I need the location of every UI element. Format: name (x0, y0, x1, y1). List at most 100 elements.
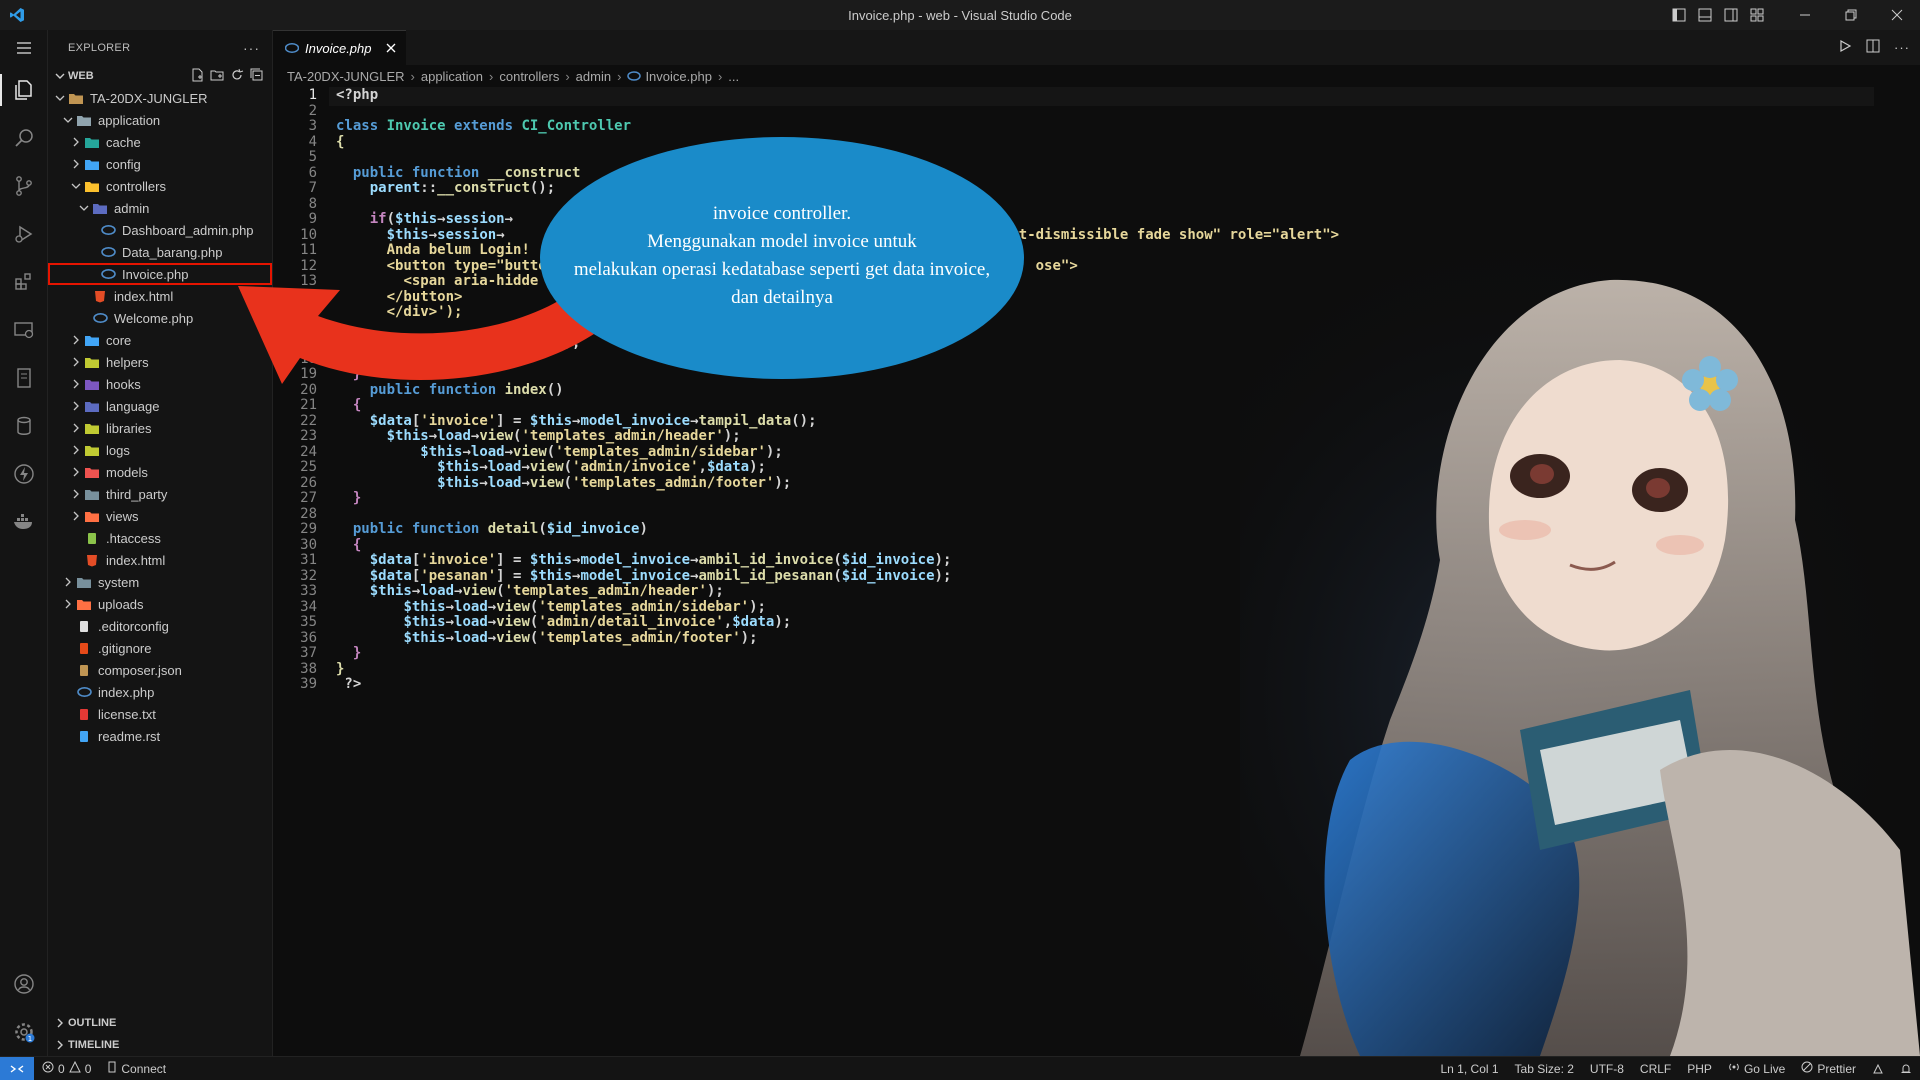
workspace-section-header[interactable]: WEB (48, 65, 272, 87)
tree-item[interactable]: composer.json (48, 659, 272, 681)
refresh-icon[interactable] (230, 68, 244, 85)
tree-item[interactable]: index.php (48, 681, 272, 703)
notifications-bell-icon[interactable] (1892, 1057, 1920, 1080)
tree-item[interactable]: readme.rst (48, 725, 272, 747)
tree-item[interactable]: admin (48, 197, 272, 219)
breadcrumb-item[interactable]: admin (576, 69, 611, 84)
callout-line: melakukan operasi kedatabase seperti get… (573, 259, 991, 280)
more-editor-actions-icon[interactable]: ··· (1894, 40, 1910, 55)
cursor-position[interactable]: Ln 1, Col 1 (1433, 1057, 1507, 1080)
tree-item[interactable]: uploads (48, 593, 272, 615)
folder-icon (76, 597, 92, 611)
explorer-icon[interactable] (0, 66, 48, 114)
code-token: ); (934, 567, 952, 584)
toggle-panel-icon[interactable] (1694, 4, 1716, 26)
code-token: , (698, 459, 707, 475)
tab-invoice-php[interactable]: Invoice.php (273, 30, 406, 65)
database-icon[interactable] (0, 402, 48, 450)
breadcrumb-item[interactable]: controllers (499, 69, 559, 84)
minimize-icon[interactable] (1782, 0, 1828, 30)
code-line: 39 ?> (273, 676, 361, 692)
split-editor-icon[interactable] (1866, 39, 1880, 56)
tree-item-label: Data_barang.php (122, 244, 223, 260)
tree-item[interactable]: third_party (48, 483, 272, 505)
tree-item[interactable]: cache (48, 131, 272, 153)
tree-item[interactable]: index.html (48, 549, 272, 571)
tree-item-label: admin (114, 200, 150, 216)
connect-status[interactable]: Connect (99, 1057, 174, 1080)
code-token: $this (386, 226, 429, 243)
breadcrumb-item[interactable]: application (421, 69, 483, 84)
timeline-section-header[interactable]: TIMELINE (48, 1034, 273, 1056)
breadcrumb-item[interactable]: TA-20DX-JUNGLER (287, 69, 405, 84)
tree-item[interactable]: core (48, 329, 272, 351)
collapse-all-icon[interactable] (250, 68, 264, 85)
remote-explorer-icon[interactable] (0, 306, 48, 354)
feedback-icon[interactable] (1864, 1057, 1892, 1080)
tree-item[interactable]: Invoice.php (48, 263, 272, 285)
tree-item[interactable]: application (48, 109, 272, 131)
more-actions-icon[interactable]: ··· (243, 40, 260, 56)
run-file-icon[interactable] (1838, 39, 1852, 56)
tree-item[interactable]: views (48, 505, 272, 527)
tree-item[interactable]: config (48, 153, 272, 175)
search-icon[interactable] (0, 114, 48, 162)
breadcrumb-item[interactable]: Invoice.php (645, 69, 712, 84)
tree-item[interactable]: .htaccess (48, 527, 272, 549)
language-mode[interactable]: PHP (1679, 1057, 1720, 1080)
code-line: 14 </button> (273, 289, 462, 305)
code-token: __construct (437, 180, 530, 196)
code-token: ); (706, 583, 724, 599)
prettier-status[interactable]: Prettier (1793, 1057, 1864, 1080)
settings-gear-icon[interactable]: 1 (0, 1008, 48, 1056)
tree-item[interactable]: Dashboard_admin.php (48, 219, 272, 241)
run-debug-icon[interactable] (0, 210, 48, 258)
tree-item[interactable]: license.txt (48, 703, 272, 725)
tab-size[interactable]: Tab Size: 2 (1507, 1057, 1582, 1080)
code-token: $this (403, 629, 446, 646)
docker-icon[interactable] (0, 498, 48, 546)
menu-icon[interactable] (0, 30, 48, 66)
source-control-icon[interactable] (0, 162, 48, 210)
tree-item[interactable]: logs (48, 439, 272, 461)
code-token: $this (420, 443, 463, 460)
close-window-icon[interactable] (1874, 0, 1920, 30)
tree-item[interactable]: controllers (48, 175, 272, 197)
tree-item[interactable]: TA-20DX-JUNGLER (48, 87, 272, 109)
customize-layout-icon[interactable] (1746, 4, 1768, 26)
tree-item[interactable]: .editorconfig (48, 615, 272, 637)
problems-status[interactable]: 0 0 (34, 1057, 99, 1080)
end-of-line[interactable]: CRLF (1632, 1057, 1679, 1080)
toggle-primary-sidebar-icon[interactable] (1668, 4, 1690, 26)
encoding[interactable]: UTF-8 (1582, 1057, 1632, 1080)
restore-icon[interactable] (1828, 0, 1874, 30)
extensions-icon[interactable] (0, 258, 48, 306)
outline-section-header[interactable]: OUTLINE (48, 1012, 273, 1034)
tree-item[interactable]: .gitignore (48, 637, 272, 659)
toggle-secondary-sidebar-icon[interactable] (1720, 4, 1742, 26)
folder-icon (84, 333, 100, 347)
tree-item[interactable]: libraries (48, 417, 272, 439)
tree-item[interactable]: Data_barang.php (48, 241, 272, 263)
tree-item[interactable]: system (48, 571, 272, 593)
account-icon[interactable] (0, 960, 48, 1008)
tree-item[interactable]: Welcome.php (48, 307, 272, 329)
new-folder-icon[interactable] (210, 68, 224, 85)
thunder-client-icon[interactable] (0, 450, 48, 498)
testing-icon[interactable] (0, 354, 48, 402)
tree-item[interactable]: hooks (48, 373, 272, 395)
tree-item[interactable]: models (48, 461, 272, 483)
remote-indicator-icon[interactable] (0, 1056, 34, 1080)
code-text: $this→load→view('templates_admin/header'… (317, 583, 724, 599)
tree-item[interactable]: index.html (48, 285, 272, 307)
new-file-icon[interactable] (190, 68, 204, 85)
tree-item[interactable]: helpers (48, 351, 272, 373)
go-live-button[interactable]: Go Live (1720, 1057, 1793, 1080)
breadcrumb-item[interactable]: ... (728, 69, 739, 84)
close-tab-icon[interactable] (386, 41, 396, 56)
code-token: } (369, 350, 379, 367)
code-token: ); (563, 335, 581, 351)
tree-item[interactable]: language (48, 395, 272, 417)
code-token: } (336, 660, 345, 677)
